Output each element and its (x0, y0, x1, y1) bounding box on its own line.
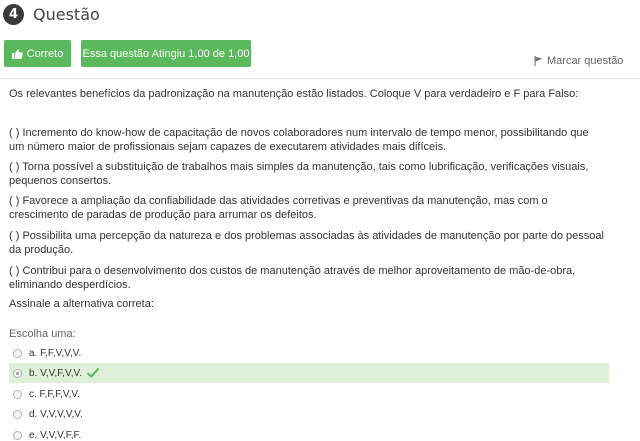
thumbs-up-icon (11, 48, 23, 59)
answer-option-e[interactable]: e. V,V,V,F,F. (9, 425, 609, 441)
statement-5: ( ) Contribui para o desenvolvimento dos… (9, 265, 576, 291)
answer-option-label: c. F,F,F,V,V. (29, 388, 80, 400)
question-content: Os relevantes benefícios da padronização… (0, 78, 640, 441)
correct-label: Correto (26, 47, 64, 60)
statement-1: ( ) Incremento do know-how de capacitaçã… (9, 127, 589, 153)
statement-3: ( ) Favorece a ampliação da confiabilida… (9, 195, 548, 221)
flag-label: Marcar questão (547, 55, 624, 67)
answer-option-label: a. F,F,V,V,V. (29, 347, 82, 359)
answer-option-d[interactable]: d. V,V,V,V,V. (9, 404, 609, 424)
score-badge: Essa questão Atingiu 1,00 de 1,00 (81, 40, 251, 67)
answer-option-label: d. V,V,V,V,V. (29, 408, 83, 420)
answer-option-a[interactable]: a. F,F,V,V,V. (9, 343, 609, 363)
flag-question-link[interactable]: Marcar questão (534, 55, 623, 67)
flag-icon (534, 56, 543, 66)
answer-option-label: e. V,V,V,F,F. (29, 429, 82, 441)
answer-option-label: b. V,V,F,V,V. (29, 367, 83, 379)
radio-button[interactable] (13, 409, 22, 419)
question-instruction: Assinale a alternativa correta: (9, 298, 154, 310)
question-prompt: Os relevantes benefícios da padronização… (9, 88, 579, 100)
radio-button[interactable] (13, 430, 22, 440)
question-header: 4 Questão (3, 2, 100, 26)
checkmark-icon (87, 368, 100, 378)
answer-option-c[interactable]: c. F,F,F,V,V. (9, 384, 609, 404)
radio-button-selected[interactable] (13, 368, 22, 378)
answer-option-b[interactable]: b. V,V,F,V,V. (9, 363, 609, 383)
question-number-badge: 4 (3, 3, 24, 25)
radio-button[interactable] (13, 348, 22, 358)
choose-label: Escolha uma: (9, 328, 76, 340)
statement-4: ( ) Possibilita uma percepção da naturez… (9, 230, 604, 256)
question-title: Questão (33, 4, 100, 24)
correct-status-badge: Correto (4, 40, 71, 67)
statement-2: ( ) Torna possível a substituição de tra… (9, 161, 589, 187)
radio-button[interactable] (13, 389, 22, 399)
